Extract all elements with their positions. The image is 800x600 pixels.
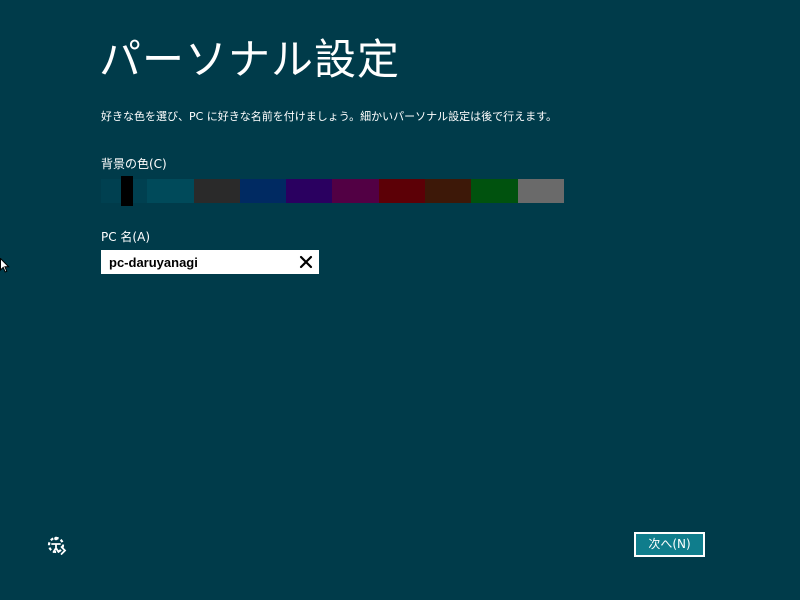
color-swatch[interactable] bbox=[517, 179, 564, 203]
color-swatch[interactable] bbox=[286, 179, 333, 203]
ease-of-access-icon[interactable] bbox=[45, 534, 67, 556]
mouse-pointer-icon bbox=[0, 257, 10, 274]
color-swatch[interactable] bbox=[425, 179, 472, 203]
background-color-label: 背景の色(C) bbox=[101, 157, 167, 171]
color-slider-thumb[interactable] bbox=[121, 176, 133, 206]
color-swatch[interactable] bbox=[193, 179, 240, 203]
color-swatch[interactable] bbox=[471, 179, 518, 203]
pc-name-field[interactable] bbox=[101, 250, 319, 274]
pc-name-label: PC 名(A) bbox=[101, 230, 151, 244]
color-swatch[interactable] bbox=[378, 179, 426, 203]
color-swatch[interactable] bbox=[147, 179, 194, 203]
pc-name-input[interactable] bbox=[101, 250, 291, 274]
color-palette[interactable] bbox=[101, 179, 564, 203]
close-icon[interactable] bbox=[297, 253, 315, 271]
next-button[interactable]: 次へ(N) bbox=[634, 532, 705, 557]
page-title: パーソナル設定 bbox=[99, 35, 401, 84]
color-swatch[interactable] bbox=[332, 179, 379, 203]
color-swatch[interactable] bbox=[239, 179, 287, 203]
page-description: 好きな色を選び、PC に好きな名前を付けましょう。細かいパーソナル設定は後で行え… bbox=[101, 110, 558, 123]
